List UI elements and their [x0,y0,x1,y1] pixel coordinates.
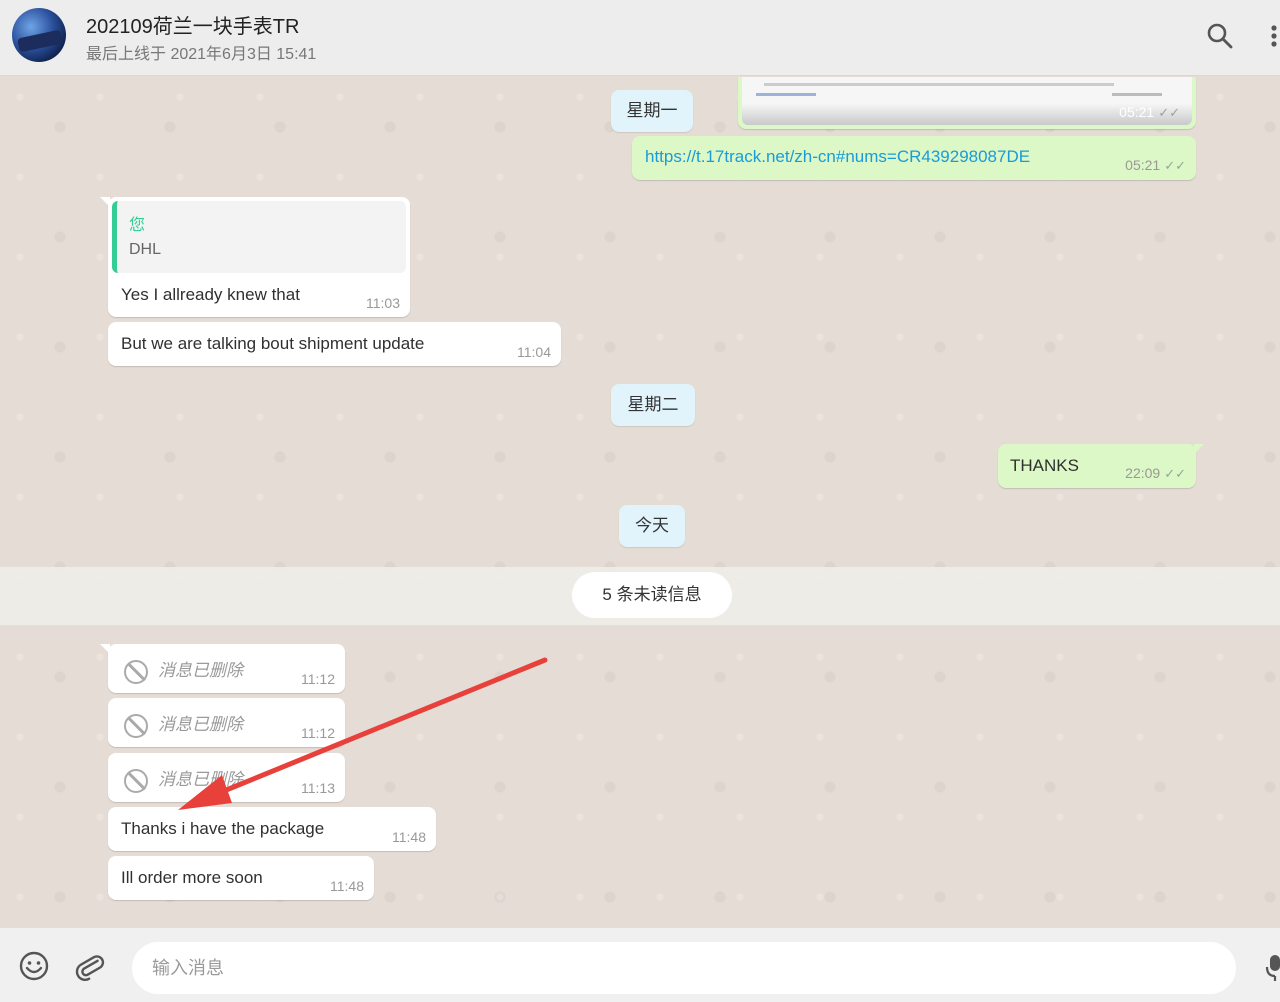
image-message[interactable]: 05:21 ✓✓ [738,77,1196,129]
screenshot-thumbnail[interactable]: 05:21 ✓✓ [742,77,1192,125]
message-text: Yes I allready knew that [121,285,300,304]
message-time: 11:03 [366,295,400,311]
more-vertical-icon[interactable] [1260,20,1280,52]
deleted-icon [124,768,148,793]
chat-title[interactable]: 202109荷兰一块手表TR [86,10,299,39]
contact-avatar[interactable] [12,8,66,62]
package-message[interactable]: Thanks i have the package 11:48 [108,807,436,851]
attach-icon[interactable] [74,950,106,982]
message-text: THANKS [1010,456,1079,475]
deleted-icon [124,713,148,738]
message-time: 11:48 [392,829,426,845]
reply-message[interactable]: 您 DHL Yes I allready knew that 11:03 [100,197,410,317]
message-time: 22:09 ✓✓ [1125,465,1186,481]
deleted-message[interactable]: 消息已删除 11:13 [108,753,345,802]
message-time: 05:21 ✓✓ [1119,104,1180,120]
unread-count-badge: 5 条未读信息 [572,572,732,618]
link-message[interactable]: https://t.17track.net/zh-cn#nums=CR43929… [632,136,1196,180]
message-input[interactable] [132,942,1236,994]
search-icon[interactable] [1204,20,1236,52]
deleted-message[interactable]: 消息已删除 11:12 [100,644,345,693]
thanks-message[interactable]: THANKS 22:09 ✓✓ [998,444,1204,488]
message-text: But we are talking bout shipment update [121,334,425,353]
quote-author: 您 [129,217,146,234]
emoji-icon[interactable] [18,950,50,982]
last-seen-status: 最后上线于 2021年6月3日 15:41 [86,46,317,63]
message-time: 11:13 [301,780,335,796]
message-time: 05:21 ✓✓ [1125,157,1186,173]
deleted-message[interactable]: 消息已删除 11:12 [108,698,345,747]
deleted-label: 消息已删除 [158,661,243,680]
message-time: 11:12 [301,671,335,687]
mic-icon[interactable] [1262,950,1280,982]
message-composer [0,927,1280,1002]
deleted-icon [124,659,148,684]
day-divider-tuesday: 星期二 [611,384,695,426]
deleted-label: 消息已删除 [158,770,243,789]
quoted-message[interactable]: 您 DHL [112,201,406,273]
day-divider-today: 今天 [619,505,685,547]
message-text: Thanks i have the package [121,819,325,838]
message-time: 11:12 [301,725,335,741]
chat-header: 202109荷兰一块手表TR 最后上线于 2021年6月3日 15:41 [0,0,1280,76]
chat-area[interactable]: 05:21 ✓✓ 星期一 https://t.17track.net/zh-cn#… [0,77,1280,927]
quote-text: DHL [129,241,162,258]
tracking-link[interactable]: https://t.17track.net/zh-cn#nums=CR43929… [645,147,1030,167]
deleted-label: 消息已删除 [158,715,243,734]
message-time: 11:04 [517,344,551,360]
shipment-message[interactable]: But we are talking bout shipment update … [108,322,561,366]
message-time: 11:48 [330,878,364,894]
day-divider-monday: 星期一 [611,90,693,132]
message-text: Ill order more soon [121,868,263,887]
order-message[interactable]: Ill order more soon 11:48 [108,856,374,900]
